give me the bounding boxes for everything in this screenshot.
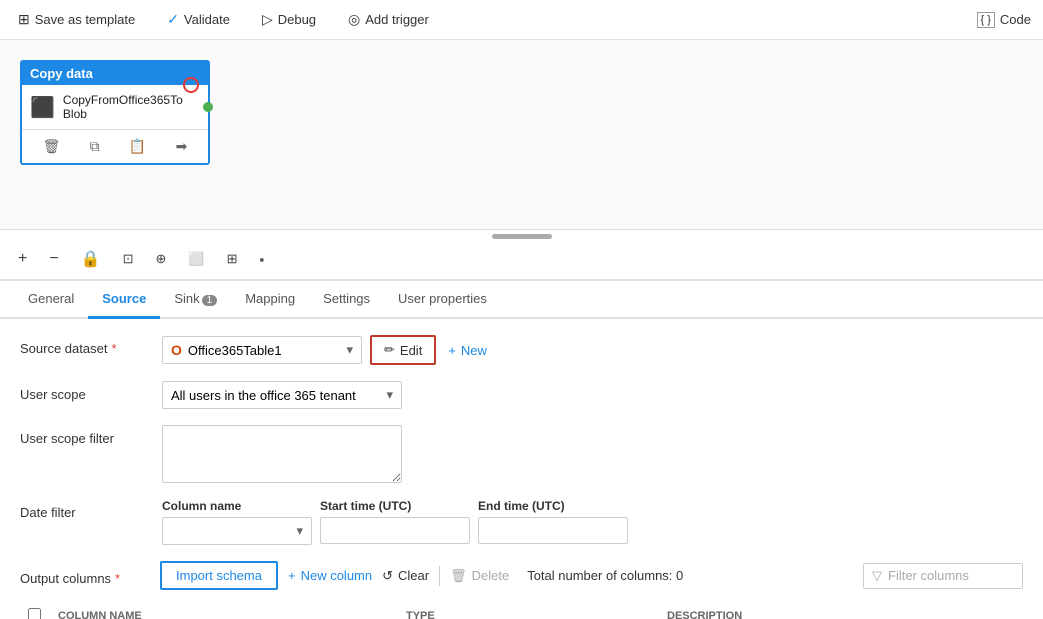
node-delete-button[interactable]: 🗑	[37, 136, 67, 157]
code-icon: { }	[977, 12, 995, 28]
mini-toolbar: + − 🔒 ⊡ ⊕ ⬜ ⊞ ▪	[0, 239, 1043, 280]
save-template-icon: ⊞	[18, 11, 30, 28]
user-scope-filter-textarea[interactable]	[162, 425, 402, 483]
source-dataset-select[interactable]: O Office365Table1 ▾	[162, 336, 362, 364]
clear-refresh-icon: ↺	[382, 568, 393, 584]
layout-button[interactable]: ▪	[256, 250, 269, 269]
import-schema-button[interactable]: Import schema	[160, 561, 278, 590]
select-button[interactable]: ⬜	[184, 249, 208, 269]
select-all-checkbox[interactable]	[28, 608, 41, 619]
source-dataset-label: Source dataset *	[20, 335, 150, 356]
output-columns-row: Output columns * Import schema + New col…	[20, 561, 1023, 590]
user-scope-filter-controls	[162, 425, 1023, 483]
tabs-bar: General Source Sink1 Mapping Settings Us…	[0, 281, 1043, 319]
node-status-dot	[203, 102, 213, 112]
user-scope-label: User scope	[20, 381, 150, 402]
output-columns-label: Output columns *	[20, 565, 150, 586]
start-time-col: Start time (UTC)	[320, 499, 470, 544]
user-scope-filter-row: User scope filter	[20, 425, 1023, 483]
sink-badge: 1	[202, 295, 218, 306]
column-name-select[interactable]: ▾	[162, 517, 312, 545]
new-button[interactable]: + New	[444, 338, 491, 363]
tab-general[interactable]: General	[14, 281, 88, 319]
col-check-header	[28, 608, 58, 619]
col-type-header: TYPE	[406, 610, 667, 619]
col-name-header: COLUMN NAME	[58, 610, 406, 619]
canvas-area: Copy data ⬛ CopyFromOffice365ToBlob 🗑 ⧉ …	[0, 40, 1043, 230]
add-col-plus-icon: +	[288, 568, 296, 583]
user-scope-select[interactable]: All users in the office 365 tenant ▾	[162, 381, 402, 409]
source-dataset-row: Source dataset * O Office365Table1 ▾ ✏ E…	[20, 335, 1023, 365]
required-marker: *	[111, 341, 116, 356]
save-template-button[interactable]: ⊞ Save as template	[12, 7, 141, 32]
toolbar-divider	[439, 566, 440, 586]
column-name-col: Column name ▾	[162, 499, 312, 545]
node-arrow-button[interactable]: ➡	[170, 136, 194, 157]
edit-button[interactable]: ✏ Edit	[370, 335, 436, 365]
node-clone-button[interactable]: ⧉	[84, 136, 106, 157]
user-scope-controls: All users in the office 365 tenant ▾	[162, 381, 1023, 409]
clear-button[interactable]: ↺ Clear	[382, 568, 429, 584]
tab-mapping[interactable]: Mapping	[231, 281, 309, 319]
office365-icon: O	[171, 342, 182, 358]
top-toolbar: ⊞ Save as template ✓ Validate ▷ Debug ◎ …	[0, 0, 1043, 40]
node-header: Copy data	[22, 62, 208, 85]
lock-button[interactable]: 🔒	[77, 247, 105, 271]
end-time-input[interactable]	[478, 517, 628, 544]
zoom-in-button[interactable]: +	[14, 248, 31, 270]
center-button[interactable]: ⊕	[152, 249, 171, 269]
total-columns-label: Total number of columns: 0	[527, 568, 683, 583]
zoom-out-button[interactable]: −	[45, 248, 62, 270]
user-scope-arrow-icon: ▾	[386, 387, 393, 403]
debug-icon: ▷	[262, 11, 273, 28]
red-circle-indicator	[183, 77, 199, 93]
node-copy-button[interactable]: 📋	[123, 136, 152, 157]
start-time-label: Start time (UTC)	[320, 499, 470, 513]
delete-trash-icon: 🗑	[450, 568, 467, 584]
output-required-marker: *	[115, 571, 120, 586]
column-name-label: Column name	[162, 499, 312, 513]
code-button[interactable]: { } Code	[977, 12, 1031, 28]
add-trigger-icon: ◎	[348, 11, 360, 28]
col-name-arrow-icon: ▾	[296, 523, 303, 539]
user-scope-filter-label: User scope filter	[20, 425, 150, 446]
col-desc-header: DESCRIPTION	[667, 610, 1015, 619]
tab-settings[interactable]: Settings	[309, 281, 384, 319]
node-body-icon: ⬛	[30, 95, 55, 120]
add-trigger-button[interactable]: ◎ Add trigger	[342, 7, 435, 32]
date-filter-controls: Column name ▾ Start time (UTC) End time …	[162, 499, 628, 545]
end-time-col: End time (UTC)	[478, 499, 628, 544]
date-filter-row: Date filter Column name ▾ Start time (UT…	[20, 499, 1023, 545]
grid-button[interactable]: ⊞	[223, 249, 242, 269]
debug-button[interactable]: ▷ Debug	[256, 7, 322, 32]
edit-icon: ✏	[384, 342, 395, 358]
select-arrow-icon: ▾	[346, 342, 353, 358]
node-actions: 🗑 ⧉ 📋 ➡	[22, 129, 208, 163]
column-table-header: COLUMN NAME TYPE DESCRIPTION	[20, 602, 1023, 619]
form-area: Source dataset * O Office365Table1 ▾ ✏ E…	[0, 319, 1043, 619]
end-time-label: End time (UTC)	[478, 499, 628, 513]
start-time-input[interactable]	[320, 517, 470, 544]
source-dataset-controls: O Office365Table1 ▾ ✏ Edit + New	[162, 335, 1023, 365]
copy-data-node[interactable]: Copy data ⬛ CopyFromOffice365ToBlob 🗑 ⧉ …	[20, 60, 210, 165]
delete-button: 🗑 Delete	[450, 568, 509, 584]
user-scope-row: User scope All users in the office 365 t…	[20, 381, 1023, 409]
node-body: ⬛ CopyFromOffice365ToBlob	[22, 85, 208, 129]
node-title: CopyFromOffice365ToBlob	[63, 93, 183, 121]
validate-button[interactable]: ✓ Validate	[161, 7, 236, 32]
new-plus-icon: +	[448, 343, 456, 358]
tab-user-properties[interactable]: User properties	[384, 281, 501, 319]
validate-icon: ✓	[167, 11, 179, 28]
add-column-button[interactable]: + New column	[288, 568, 372, 583]
date-filter-label: Date filter	[20, 499, 150, 520]
tab-sink[interactable]: Sink1	[160, 281, 231, 319]
tab-source[interactable]: Source	[88, 281, 160, 319]
filter-icon: ▽	[872, 568, 882, 584]
filter-columns-input[interactable]: ▽ Filter columns	[863, 563, 1023, 589]
fit-button[interactable]: ⊡	[119, 249, 138, 269]
